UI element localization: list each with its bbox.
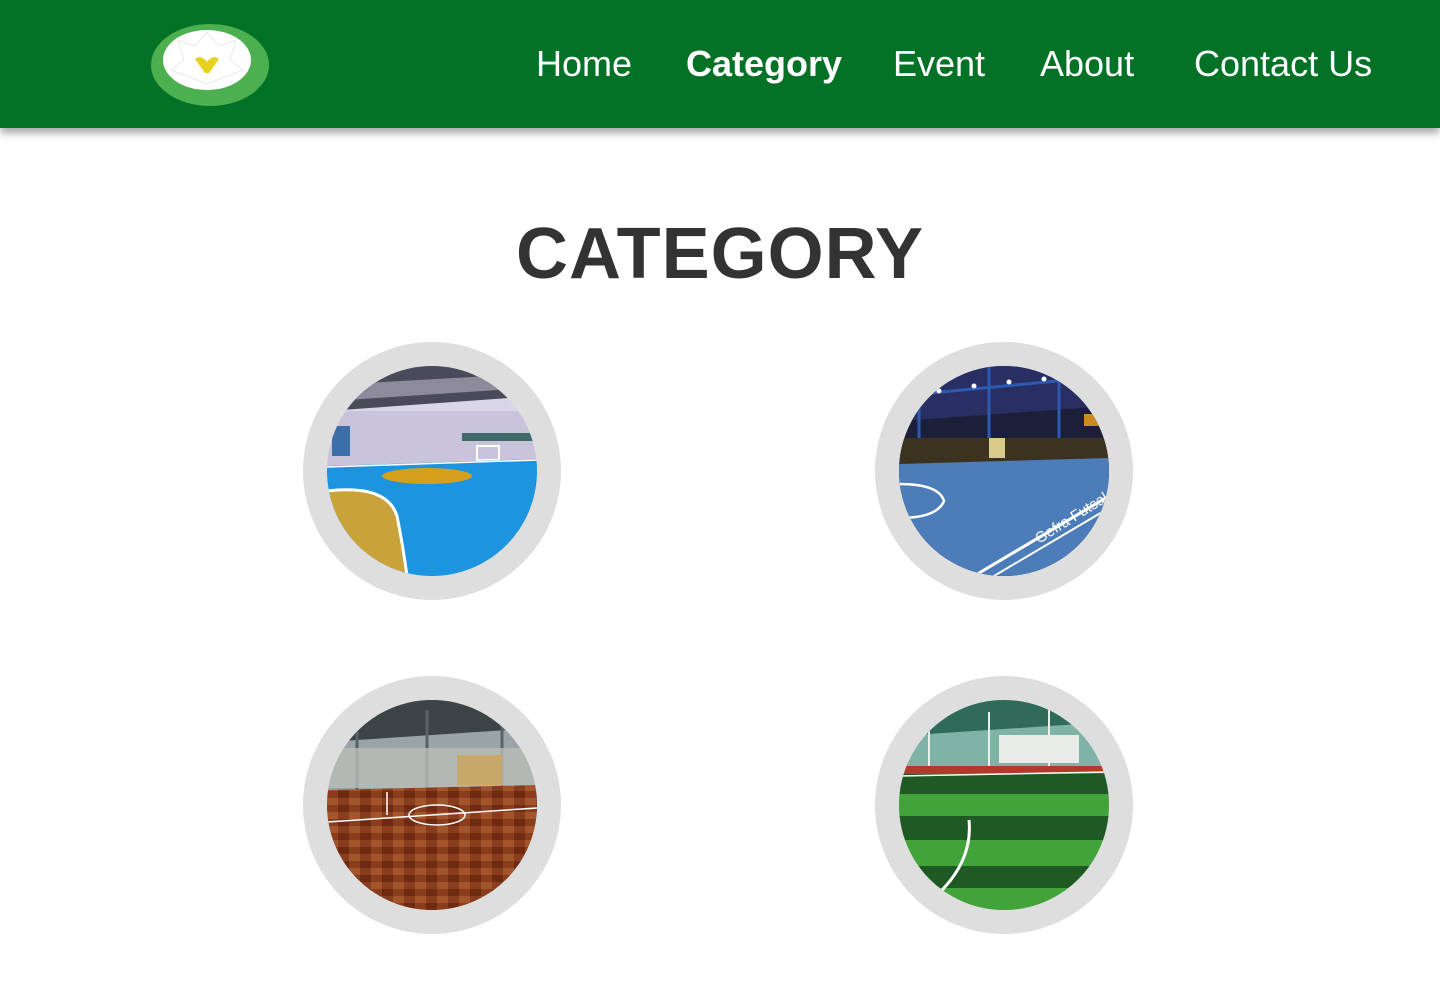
nav-contact-us[interactable]: Contact Us [1194, 42, 1372, 86]
nav-about[interactable]: About [1040, 42, 1134, 86]
top-navbar: Home Category Event About Contact Us [0, 0, 1440, 128]
category-card-grass-field[interactable] [875, 676, 1133, 934]
category-card-blue-vinyl-court[interactable] [303, 342, 561, 600]
page-title: CATEGORY [515, 214, 924, 294]
category-image [327, 700, 537, 910]
nav-event[interactable]: Event [893, 42, 985, 86]
nav-category[interactable]: Category [686, 42, 842, 86]
category-image [899, 700, 1109, 910]
category-image: Gefra Futsal [899, 366, 1109, 576]
nav-home[interactable]: Home [536, 42, 632, 86]
main-nav: Home Category Event About Contact Us [0, 0, 1440, 128]
category-card-wooden-court[interactable] [303, 676, 561, 934]
category-card-blue-interlock-court[interactable]: Gefra Futsal [875, 342, 1133, 600]
category-image [327, 366, 537, 576]
